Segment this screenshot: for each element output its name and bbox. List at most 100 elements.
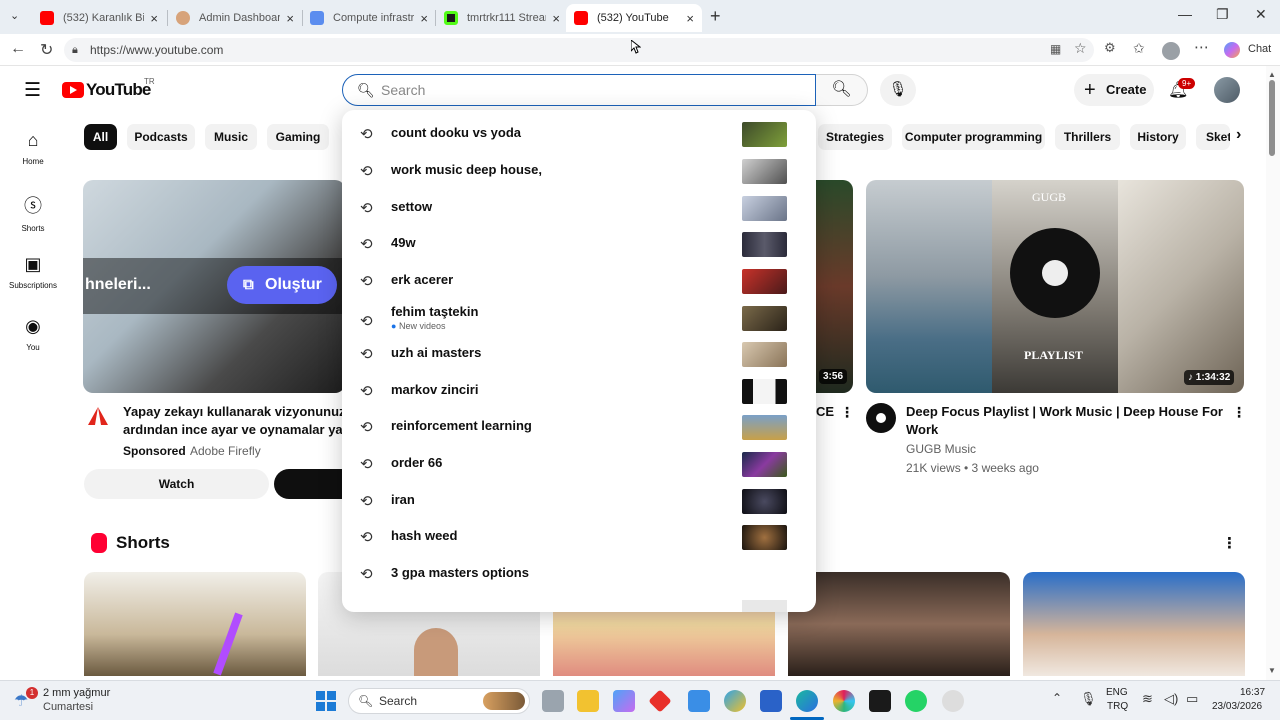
close-tab-icon[interactable]: × — [286, 11, 294, 26]
scroll-down-icon[interactable]: ▼ — [1268, 666, 1276, 675]
short-thumbnail[interactable] — [788, 572, 1010, 676]
browser-tab-active[interactable]: (532) YouTube × — [566, 4, 702, 32]
minimize-icon[interactable]: — — [1178, 6, 1192, 22]
chat-label[interactable]: Chat — [1248, 43, 1271, 55]
suggestion-item[interactable]: ⟲ order 66 — [342, 446, 816, 482]
browser-tab[interactable]: Compute infrastru × — [302, 4, 436, 32]
weather-text[interactable]: 2 mm yağmur — [43, 687, 110, 699]
more-options-icon[interactable]: ⋮ — [1232, 404, 1246, 421]
youtube-logo[interactable]: YouTube TR — [62, 77, 155, 100]
task-view-icon[interactable] — [542, 690, 564, 712]
whatsapp-icon[interactable] — [905, 690, 927, 712]
suggestion-item[interactable]: ⟲ erk acerer — [342, 263, 816, 299]
app-icon[interactable] — [648, 689, 672, 713]
taskbar-search[interactable]: 🔍︎ Search — [348, 688, 530, 714]
favorite-star-icon[interactable]: ☆ — [1074, 40, 1087, 57]
short-thumbnail[interactable] — [1023, 572, 1245, 676]
suggestion-item[interactable]: ⟲ reinforcement learning — [342, 409, 816, 445]
search-box[interactable]: 🔍︎ — [342, 74, 816, 106]
file-explorer-icon[interactable] — [577, 690, 599, 712]
ad-thumbnail[interactable]: hneleri... ⧉ Oluştur — [83, 180, 345, 393]
refresh-icon[interactable]: ↻ — [40, 40, 53, 60]
chip-sket[interactable]: Sket — [1196, 124, 1230, 150]
app-icon[interactable] — [942, 690, 964, 712]
suggestion-item[interactable]: ⟲ 3 gpa masters options — [342, 556, 816, 592]
voice-search-button[interactable]: 🎙︎ — [880, 74, 916, 106]
menu-hamburger-icon[interactable]: ☰ — [24, 79, 41, 102]
short-thumbnail[interactable] — [84, 572, 306, 676]
video-title[interactable]: Deep Focus Playlist | Work Music | Deep … — [906, 403, 1224, 439]
new-tab-icon[interactable]: + — [710, 6, 721, 27]
clock-date[interactable]: 23/03/2026 — [1212, 701, 1262, 712]
more-options-icon[interactable]: ⋮ — [840, 404, 854, 421]
scroll-up-icon[interactable]: ▲ — [1268, 70, 1276, 79]
sidebar-item-home[interactable]: ⌂ Home — [0, 130, 66, 166]
browser-tab[interactable]: (532) Karanlık Bir A × — [32, 4, 166, 32]
store-icon[interactable] — [688, 690, 710, 712]
copilot-icon[interactable] — [1224, 42, 1240, 58]
account-avatar[interactable] — [1214, 77, 1240, 103]
browser-tab[interactable]: tmrtrkr111 Stream × — [436, 4, 568, 32]
suggestion-item[interactable]: ⟲ markov zinciri — [342, 373, 816, 409]
shorts-more-icon[interactable]: ⋮ — [1222, 534, 1237, 552]
chip-history[interactable]: History — [1130, 124, 1186, 150]
chip-podcasts[interactable]: Podcasts — [127, 124, 195, 150]
suggestion-item[interactable]: ⟲ 49w — [342, 226, 816, 262]
chip-computer-programming[interactable]: Computer programming — [902, 124, 1045, 150]
windows-start-icon[interactable] — [316, 691, 336, 711]
maximize-icon[interactable]: ❐ — [1216, 6, 1229, 23]
suggestion-item[interactable]: ⟲ iran — [342, 483, 816, 519]
video-title[interactable]: CE — [816, 403, 834, 421]
sidebar-item-subscriptions[interactable]: ▣ Subscriptions — [0, 254, 66, 290]
clock-time[interactable]: 16:37 — [1240, 687, 1265, 698]
channel-avatar[interactable] — [866, 403, 896, 433]
close-tab-icon[interactable]: × — [150, 11, 158, 26]
chip-strategies[interactable]: Strategies — [818, 124, 892, 150]
wifi-icon[interactable]: ≋ — [1142, 691, 1153, 707]
copilot-taskbar-icon[interactable] — [613, 690, 635, 712]
suggestion-item[interactable]: ⟲ count dooku vs yoda — [342, 116, 816, 152]
page-scrollbar[interactable] — [1266, 66, 1280, 680]
video-thumbnail[interactable]: GUGB PLAYLIST ♪ 1:34:32 — [866, 180, 1244, 393]
search-input[interactable] — [381, 79, 801, 101]
suggestion-item[interactable]: ⟲ uzh ai masters — [342, 336, 816, 372]
channel-name[interactable]: GUGB Music — [906, 442, 976, 456]
favorites-icon[interactable]: ✩ — [1133, 40, 1145, 57]
extensions-icon[interactable]: ⚙ — [1104, 40, 1116, 56]
chip-thrillers[interactable]: Thrillers — [1055, 124, 1120, 150]
outlook-icon[interactable] — [760, 690, 782, 712]
browser-tab[interactable]: Admin Dashboard × — [168, 4, 302, 32]
back-icon[interactable]: ← — [10, 40, 26, 58]
watch-button[interactable]: Watch — [84, 469, 269, 499]
tab-list-chevron-icon[interactable]: ⌄ — [10, 9, 19, 22]
close-tab-icon[interactable]: × — [420, 11, 428, 26]
chip-music[interactable]: Music — [205, 124, 257, 150]
close-tab-icon[interactable]: × — [552, 11, 560, 26]
chip-all[interactable]: All — [84, 124, 117, 150]
suggestion-item[interactable]: ⟲ settow — [342, 190, 816, 226]
microphone-tray-icon[interactable]: 🎙︎ — [1080, 691, 1097, 707]
ad-title-line2[interactable]: ardından ince ayar ve oynamalar yapı — [123, 421, 345, 439]
address-field[interactable]: 🔒︎ https://www.youtube.com — [64, 38, 1094, 62]
create-button[interactable]: + Create — [1074, 74, 1154, 106]
close-tab-icon[interactable]: × — [686, 11, 694, 26]
edge-icon[interactable] — [796, 690, 818, 712]
profile-icon[interactable] — [1162, 42, 1180, 60]
ad-title-line1[interactable]: Yapay zekayı kullanarak vizyonunuzu — [123, 403, 345, 421]
more-menu-icon[interactable]: ⋯ — [1194, 38, 1209, 56]
app-available-icon[interactable]: ▦ — [1050, 42, 1061, 56]
battery-icon[interactable]: ▭ — [1186, 691, 1198, 707]
scrollbar-thumb[interactable] — [1269, 80, 1275, 156]
sidebar-item-you[interactable]: ◉ You — [0, 316, 66, 352]
suggestion-item[interactable]: ⟲ hash weed — [342, 519, 816, 555]
input-lang-1[interactable]: ENG — [1106, 687, 1128, 698]
terminal-icon[interactable] — [869, 690, 891, 712]
close-window-icon[interactable]: ✕ — [1255, 6, 1267, 23]
suggestion-item[interactable]: ⟲ fehim taştekin ● New videos — [342, 300, 816, 340]
input-lang-2[interactable]: TRQ — [1107, 701, 1128, 712]
search-button[interactable]: 🔍︎ — [816, 74, 868, 106]
chrome-icon[interactable] — [724, 690, 746, 712]
chevron-right-icon[interactable]: › — [1236, 126, 1241, 144]
advertiser-name[interactable]: Adobe Firefly — [190, 444, 261, 458]
volume-icon[interactable]: ◁) — [1164, 691, 1178, 707]
